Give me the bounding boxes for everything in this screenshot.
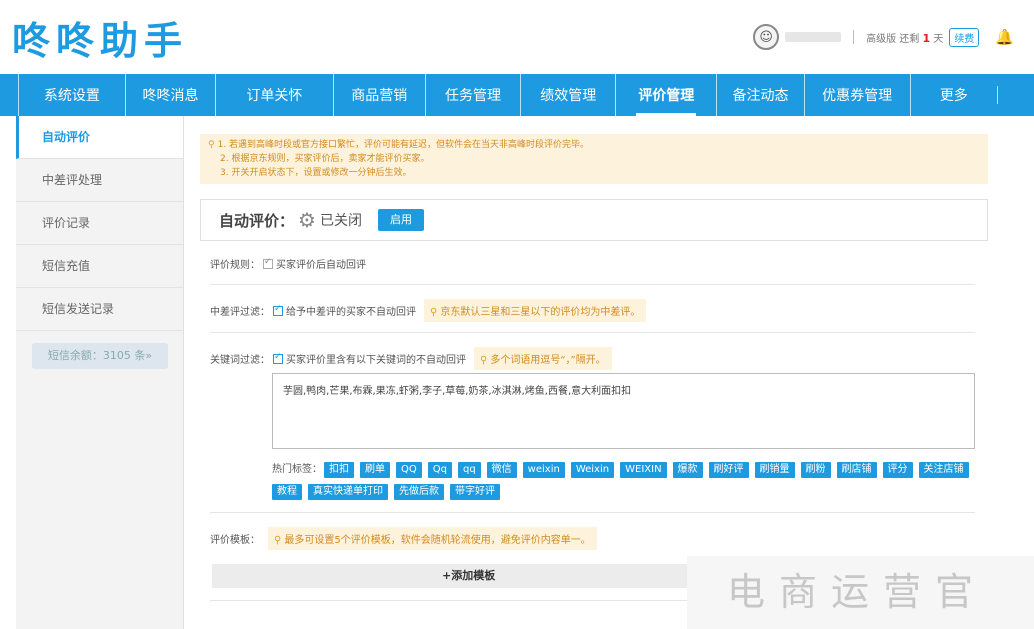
notice-box: ⚲ 1. 若遇到高峰时段或官方接口繁忙，评价可能有延迟，但软件会在当天非高峰时段评…: [200, 134, 988, 184]
user-avatar-icon[interactable]: ☺: [753, 24, 780, 50]
days-left: 1: [922, 31, 931, 45]
hot-tag[interactable]: WEIXIN: [620, 462, 667, 478]
hot-tag[interactable]: 带字好评: [450, 484, 500, 500]
status-value: 已关闭: [319, 213, 362, 229]
hot-tag[interactable]: 刷粉: [800, 462, 831, 478]
version-prefix: 高级版 还剩: [866, 33, 920, 45]
days-unit: 天: [933, 33, 944, 45]
sidebar-item[interactable]: 中差评处理: [16, 159, 183, 202]
hot-tag[interactable]: 真实快递单打印: [308, 484, 388, 500]
hot-tag[interactable]: 扣扣: [324, 462, 354, 478]
keyword-tip: ⚲ 多个词语用逗号“，”隔开。: [474, 347, 612, 370]
hot-tag[interactable]: qq: [457, 462, 481, 478]
sidebar-item[interactable]: 短信充值: [16, 245, 183, 288]
rule-label: 评价规则：: [210, 260, 260, 271]
nav-item[interactable]: 任务管理: [424, 74, 520, 116]
hot-tag[interactable]: 关注店铺: [918, 462, 969, 478]
divider: [210, 284, 975, 285]
version-info: 高级版 还剩 1 天: [866, 30, 943, 45]
hot-tag[interactable]: Qq: [427, 462, 452, 478]
rule-row: 评价规则： 买家评价后自动回评: [210, 256, 975, 272]
sidebar-item[interactable]: 自动评价: [16, 116, 183, 159]
user-box: ☺ 高级版 还剩 1 天 续费 🔔: [753, 24, 1014, 50]
notice-line-2: 2. 根据京东规则，买家评价后，卖家才能评价买家。: [220, 154, 430, 164]
template-row: 评价模板： ⚲ 最多可设置5个评价模板，软件会随机轮流使用，避免评价内容单一。: [210, 527, 975, 550]
hot-tag[interactable]: 教程: [272, 484, 302, 500]
bad-filter-label: 中差评过滤：: [210, 307, 270, 318]
hot-tag[interactable]: 刷好评: [708, 462, 749, 478]
hot-tag[interactable]: 刷单: [360, 462, 390, 478]
bad-filter-text: 给予中差评的买家不自动回评: [286, 307, 416, 318]
app-logo: 咚咚助手: [12, 19, 189, 63]
username-placeholder: [785, 32, 842, 42]
header: 咚咚助手 ☺ 高级版 还剩 1 天 续费 🔔: [0, 0, 1034, 74]
keyword-textarea[interactable]: 芋圆,鸭肉,芒果,布霖,果冻,虾粥,李子,草莓,奶茶,冰淇淋,烤鱼,西餐,意大利…: [272, 373, 975, 449]
bad-filter-tip: ⚲ 京东默认三星和三星以下的评价均为中差评。: [424, 299, 647, 322]
nav-item[interactable]: 咚咚消息: [124, 74, 215, 116]
hot-tag[interactable]: QQ: [396, 462, 422, 478]
notice-line-3: 3. 开关开启状态下，设置或修改一分钟后生效。: [220, 168, 412, 178]
nav-item[interactable]: 更多: [909, 74, 997, 116]
sidebar-item[interactable]: 短信发送记录: [16, 288, 183, 331]
pin-icon: ⚲: [430, 307, 438, 318]
divider: [210, 332, 975, 333]
hot-tags-label: 热门标签：: [272, 464, 322, 475]
watermark: 电商运营官: [687, 556, 1034, 629]
hot-tag[interactable]: 刷销量: [754, 462, 795, 478]
hot-tag[interactable]: 爆款: [672, 462, 703, 478]
main-content: ⚲ 1. 若遇到高峰时段或官方接口繁忙，评价可能有延迟，但软件会在当天非高峰时段评…: [200, 116, 990, 629]
hot-tag[interactable]: Weixin: [570, 462, 615, 478]
nav-item[interactable]: 评价管理: [615, 74, 716, 116]
nav-item[interactable]: 商品营销: [332, 74, 425, 116]
nav-item[interactable]: 系统设置: [18, 74, 125, 116]
hot-tag[interactable]: 刷店铺: [836, 462, 877, 478]
hot-tag[interactable]: weixin: [522, 462, 565, 478]
keyword-checkbox[interactable]: [273, 352, 283, 364]
keyword-row: 关键词过滤： 买家评价里含有以下关键词的不自动回评 ⚲多个词语用逗号“，”隔开。: [210, 347, 975, 370]
template-tip: ⚲ 最多可设置5个评价模板，软件会随机轮流使用，避免评价内容单一。: [268, 527, 597, 550]
hot-tag[interactable]: 先做后款: [394, 484, 444, 500]
main-nav: 系统设置 咚咚消息 订单关怀 商品营销 任务管理 绩效管理 评价管理 备注动态 优惠券管理 更多: [0, 74, 1034, 116]
sms-balance-button[interactable]: 短信余额：3105 条»: [32, 343, 168, 369]
keyword-text: 买家评价里含有以下关键词的不自动回评: [286, 355, 466, 366]
pin-icon: ⚲: [480, 355, 488, 366]
bad-filter-checkbox[interactable]: [273, 304, 283, 316]
nav-item[interactable]: 绩效管理: [520, 74, 615, 116]
nav-divider: [997, 86, 998, 104]
hot-tag[interactable]: 微信: [486, 462, 517, 478]
nav-item[interactable]: 备注动态: [716, 74, 803, 116]
add-template-button[interactable]: +添加模板: [212, 564, 687, 588]
keyword-label: 关键词过滤：: [210, 355, 270, 366]
nav-item[interactable]: 优惠券管理: [803, 74, 910, 116]
hot-tags: 热门标签： 扣扣 刷单 QQ Qq qq 微信 weixin Weixin WEIXIN 爆款 刷好评…: [272, 459, 977, 503]
pin-icon: ⚲: [208, 140, 215, 150]
hot-tag[interactable]: 评分: [882, 462, 913, 478]
auto-review-status: 自动评价： ⚙ 已关闭 启用: [200, 199, 988, 241]
pin-icon: ⚲: [274, 535, 282, 546]
enable-button[interactable]: 启用: [377, 209, 424, 231]
sidebar: 自动评价 中差评处理 评价记录 短信充值 短信发送记录 短信余额：3105 条»: [16, 116, 184, 629]
nav-item[interactable]: 订单关怀: [215, 74, 333, 116]
notice-line-1: ⚲ 1. 若遇到高峰时段或官方接口繁忙，评价可能有延迟，但软件会在当天非高峰时段评…: [208, 140, 590, 150]
gear-icon: ⚙: [298, 208, 316, 232]
divider: [210, 512, 975, 513]
rule-text: 买家评价后自动回评: [276, 260, 366, 271]
template-label: 评价模板：: [210, 535, 260, 546]
divider: [853, 30, 855, 44]
bad-filter-row: 中差评过滤： 给予中差评的买家不自动回评 ⚲京东默认三星和三星以下的评价均为中差…: [210, 299, 975, 322]
rule-checkbox[interactable]: [263, 257, 273, 269]
sidebar-item[interactable]: 评价记录: [16, 202, 183, 245]
renew-button[interactable]: 续费: [949, 27, 980, 47]
status-title: 自动评价：: [219, 211, 295, 230]
bell-icon[interactable]: 🔔: [995, 28, 1014, 46]
